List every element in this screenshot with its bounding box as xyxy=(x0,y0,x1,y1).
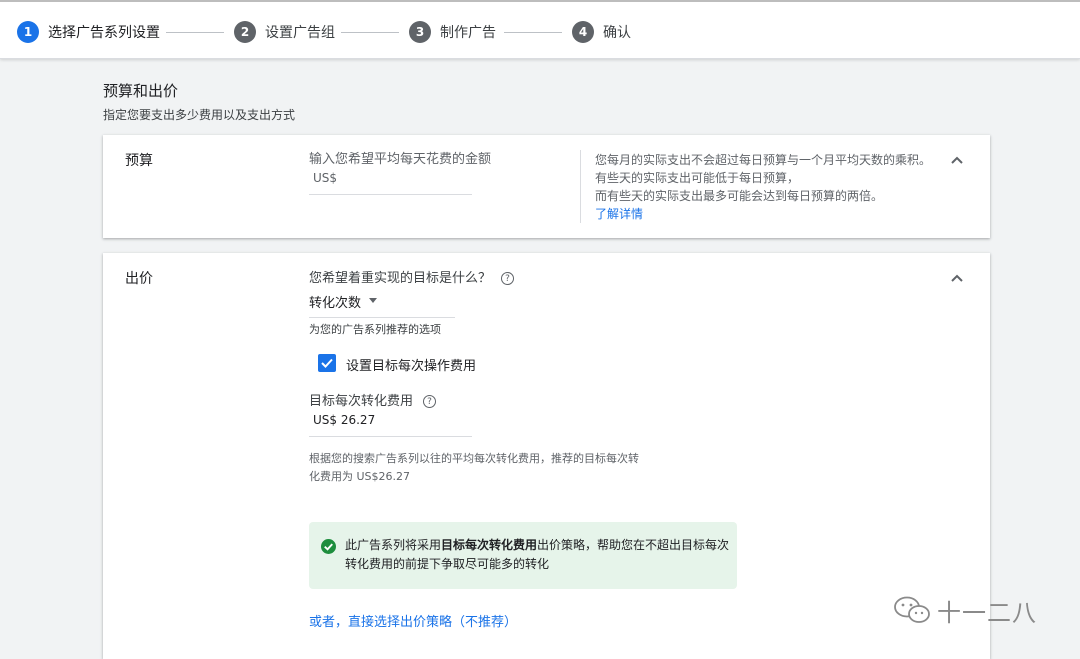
choose-strategy-link[interactable]: 或者，直接选择出价策略（不推荐） xyxy=(309,611,517,630)
step-3[interactable]: 3 制作广告 xyxy=(409,20,496,44)
chevron-up-icon[interactable] xyxy=(950,153,964,167)
budget-info-line: 有些天的实际支出可能低于每日预算， xyxy=(595,171,800,185)
budget-info-line: 您每月的实际支出不会超过每日预算与一个月平均天数的乘积。 xyxy=(595,153,932,167)
strategy-text-prefix: 此广告系列将采用 xyxy=(345,538,442,552)
budget-card: 预算 输入您希望平均每天花费的金额 US$ 您每月的实际支出不会超过每日预算与一… xyxy=(103,135,990,238)
stepper: 1 选择广告系列设置 2 设置广告组 3 制作广告 4 确认 xyxy=(0,0,1080,59)
wechat-icon xyxy=(894,596,930,623)
step-number: 3 xyxy=(409,21,431,43)
currency-prefix: US$ xyxy=(313,171,338,185)
step-1[interactable]: 1 选择广告系列设置 xyxy=(17,20,160,44)
step-label: 设置广告组 xyxy=(265,25,335,41)
strategy-info-text: 此广告系列将采用目标每次转化费用出价策略，帮助您在不超出目标每次转化费用的前提下… xyxy=(345,536,730,574)
step-4[interactable]: 4 确认 xyxy=(572,20,631,44)
budget-amount-input[interactable]: US$ xyxy=(309,171,472,195)
recommended-note: 为您的广告系列推荐的选项 xyxy=(309,323,441,336)
step-label: 制作广告 xyxy=(440,25,496,41)
goal-dropdown[interactable]: 转化次数 xyxy=(309,292,455,318)
step-connector xyxy=(341,32,399,33)
section-title: 预算和出价 xyxy=(103,82,179,100)
goal-selected-value: 转化次数 xyxy=(309,296,362,311)
help-icon[interactable]: ? xyxy=(501,272,515,285)
target-cpa-label-text: 目标每次转化费用 xyxy=(309,394,414,409)
step-connector xyxy=(166,32,224,33)
watermark: 十一二八 xyxy=(893,592,1037,628)
learn-more-link[interactable]: 了解详情 xyxy=(595,205,643,222)
chevron-up-icon[interactable] xyxy=(950,271,964,285)
strategy-name: 目标每次转化费用 xyxy=(441,538,538,552)
target-cpa-input[interactable]: US$ 26.27 xyxy=(309,413,472,437)
recommendation-text: 根据您的搜索广告系列以往的平均每次转化费用，推荐的目标每次转 xyxy=(309,452,639,465)
section-subtitle: 指定您要支出多少费用以及支出方式 xyxy=(103,108,296,122)
step-number: 4 xyxy=(572,21,594,43)
step-number: 1 xyxy=(17,21,39,43)
target-cpa-label: 目标每次转化费用? xyxy=(309,390,437,409)
step-label: 选择广告系列设置 xyxy=(48,25,160,41)
step-connector xyxy=(504,32,562,33)
budget-info-line: 而有些天的实际支出最多可能会达到每日预算的两倍。 xyxy=(595,189,884,203)
target-cpa-checkbox[interactable] xyxy=(318,354,336,372)
goal-question: 您希望着重实现的目标是什么？? xyxy=(309,267,515,286)
recommendation-text: 化费用为 US$26.27 xyxy=(309,470,411,483)
step-label: 确认 xyxy=(603,25,631,41)
checkbox-label[interactable]: 设置目标每次操作费用 xyxy=(346,355,476,374)
caret-down-icon xyxy=(369,298,378,303)
help-icon[interactable]: ? xyxy=(423,395,437,408)
checkmark-icon xyxy=(321,358,333,368)
divider xyxy=(580,150,581,223)
budget-title: 预算 xyxy=(125,153,153,169)
budget-input-label: 输入您希望平均每天花费的金额 xyxy=(309,152,492,167)
strategy-info-box: 此广告系列将采用目标每次转化费用出价策略，帮助您在不超出目标每次转化费用的前提下… xyxy=(309,522,737,589)
goal-question-text: 您希望着重实现的目标是什么？ xyxy=(309,271,492,286)
bidding-card: 出价 您希望着重实现的目标是什么？? 转化次数 为您的广告系列推荐的选项 设置目… xyxy=(103,253,990,659)
step-2[interactable]: 2 设置广告组 xyxy=(234,20,335,44)
check-circle-icon xyxy=(321,539,336,554)
step-number: 2 xyxy=(234,21,256,43)
watermark-text: 十一二八 xyxy=(937,598,1037,627)
bidding-title: 出价 xyxy=(125,271,153,287)
